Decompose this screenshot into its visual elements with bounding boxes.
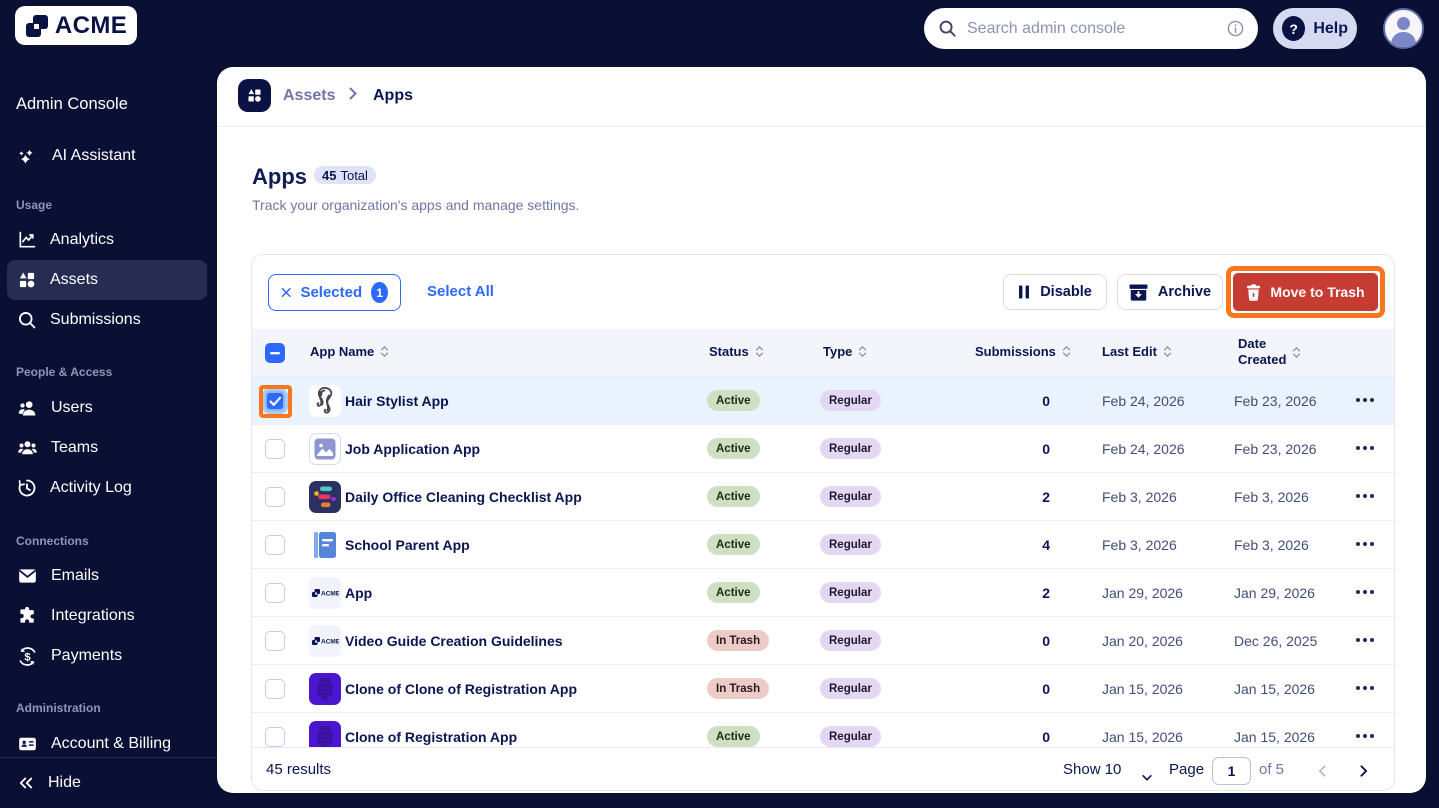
svg-text:ACME: ACME — [321, 639, 339, 646]
svg-text:ACME: ACME — [321, 591, 339, 598]
svg-text:$: $ — [24, 651, 31, 663]
